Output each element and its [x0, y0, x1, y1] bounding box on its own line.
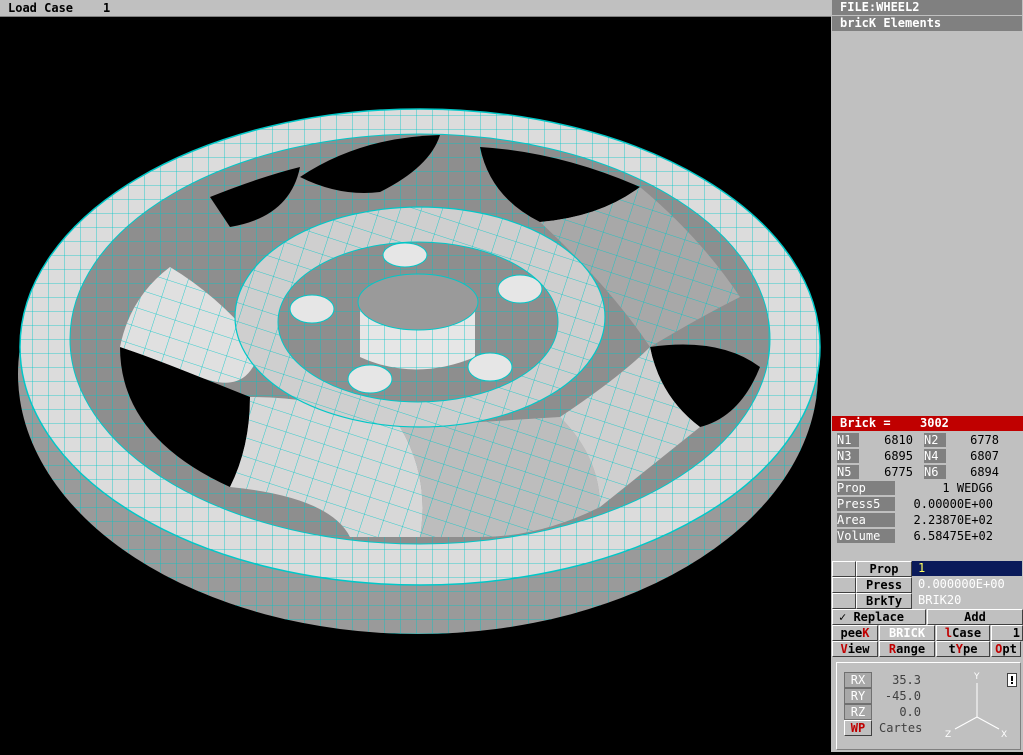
ry-label[interactable]: RY — [844, 688, 872, 704]
side-panel: FILE:WHEEL2 bricK Elements Brick = 3002 … — [831, 0, 1023, 752]
press-edit-button[interactable]: Press — [856, 577, 912, 593]
rz-value: 0.0 — [899, 705, 921, 719]
info-icon[interactable] — [1007, 673, 1017, 687]
range-button[interactable]: Range — [879, 641, 935, 657]
prop-label: Prop — [837, 481, 895, 495]
area-label: Area — [837, 513, 895, 527]
prop-input[interactable]: 1 — [912, 561, 1022, 576]
axis-z-label: Z — [945, 730, 951, 740]
brick-header: Brick = 3002 — [832, 416, 1023, 431]
volume-label: Volume — [837, 529, 895, 543]
file-title: FILE:WHEEL2 — [832, 0, 1022, 15]
view-orientation-box: RX 35.3 RY -45.0 RZ 0.0 WP Cartes Y X Z — [836, 662, 1021, 750]
wp-button[interactable]: WP — [844, 720, 872, 736]
brkty-input[interactable]: BRIK20 — [912, 593, 1022, 608]
opt-button[interactable]: Opt — [991, 641, 1021, 657]
node-label-n5: N5 — [837, 465, 859, 479]
press-input[interactable]: 0.000000E+00 — [912, 577, 1022, 592]
node-value-n5: 6775 — [884, 465, 913, 479]
replace-button[interactable]: ✓ Replace — [832, 609, 926, 625]
lcase-value: 1 — [991, 625, 1023, 641]
view-button[interactable]: View — [832, 641, 878, 657]
add-button[interactable]: Add — [927, 609, 1023, 625]
load-case-value: 1 — [103, 1, 111, 15]
node-label-n6: N6 — [924, 465, 946, 479]
ry-value: -45.0 — [884, 689, 921, 703]
node-label-n2: N2 — [924, 433, 946, 447]
peek-button[interactable]: peeK — [832, 625, 878, 641]
rx-label[interactable]: RX — [844, 672, 872, 688]
node-label-n4: N4 — [924, 449, 946, 463]
node-value-n6: 6894 — [970, 465, 999, 479]
node-value-n3: 6895 — [884, 449, 913, 463]
brkty-toggle[interactable] — [832, 593, 856, 609]
press5-label: Press5 — [837, 497, 895, 511]
lcase-button[interactable]: lCase — [936, 625, 990, 641]
node-value-n4: 6807 — [970, 449, 999, 463]
axis-x-label: X — [1001, 730, 1007, 740]
type-button[interactable]: tYpe — [936, 641, 990, 657]
node-label-n3: N3 — [837, 449, 859, 463]
title-bar: Load Case 1 — [0, 0, 831, 17]
node-label-n1: N1 — [837, 433, 859, 447]
node-value-n2: 6778 — [970, 433, 999, 447]
rx-value: 35.3 — [892, 673, 921, 687]
section-title: bricK Elements — [832, 16, 1022, 31]
prop-value: 1 WEDG6 — [942, 481, 993, 495]
wp-value: Cartes — [879, 721, 923, 735]
wheel-mesh-drawing — [18, 108, 821, 634]
brick-button[interactable]: BRICK — [879, 625, 935, 641]
rz-label[interactable]: RZ — [844, 704, 872, 720]
brkty-edit-button[interactable]: BrkTy — [856, 593, 912, 609]
prop-edit-button[interactable]: Prop — [856, 561, 912, 577]
area-value: 2.23870E+02 — [913, 513, 993, 527]
axis-triad-icon: Y X Z — [945, 672, 1007, 740]
volume-value: 6.58475E+02 — [913, 529, 993, 543]
load-case-label: Load Case — [8, 1, 74, 15]
node-value-n1: 6810 — [884, 433, 913, 447]
axis-y-label: Y — [973, 672, 980, 682]
press5-value: 0.00000E+00 — [913, 497, 993, 511]
press-toggle[interactable] — [832, 577, 856, 593]
model-viewport[interactable] — [0, 17, 831, 752]
prop-toggle[interactable] — [832, 561, 856, 577]
